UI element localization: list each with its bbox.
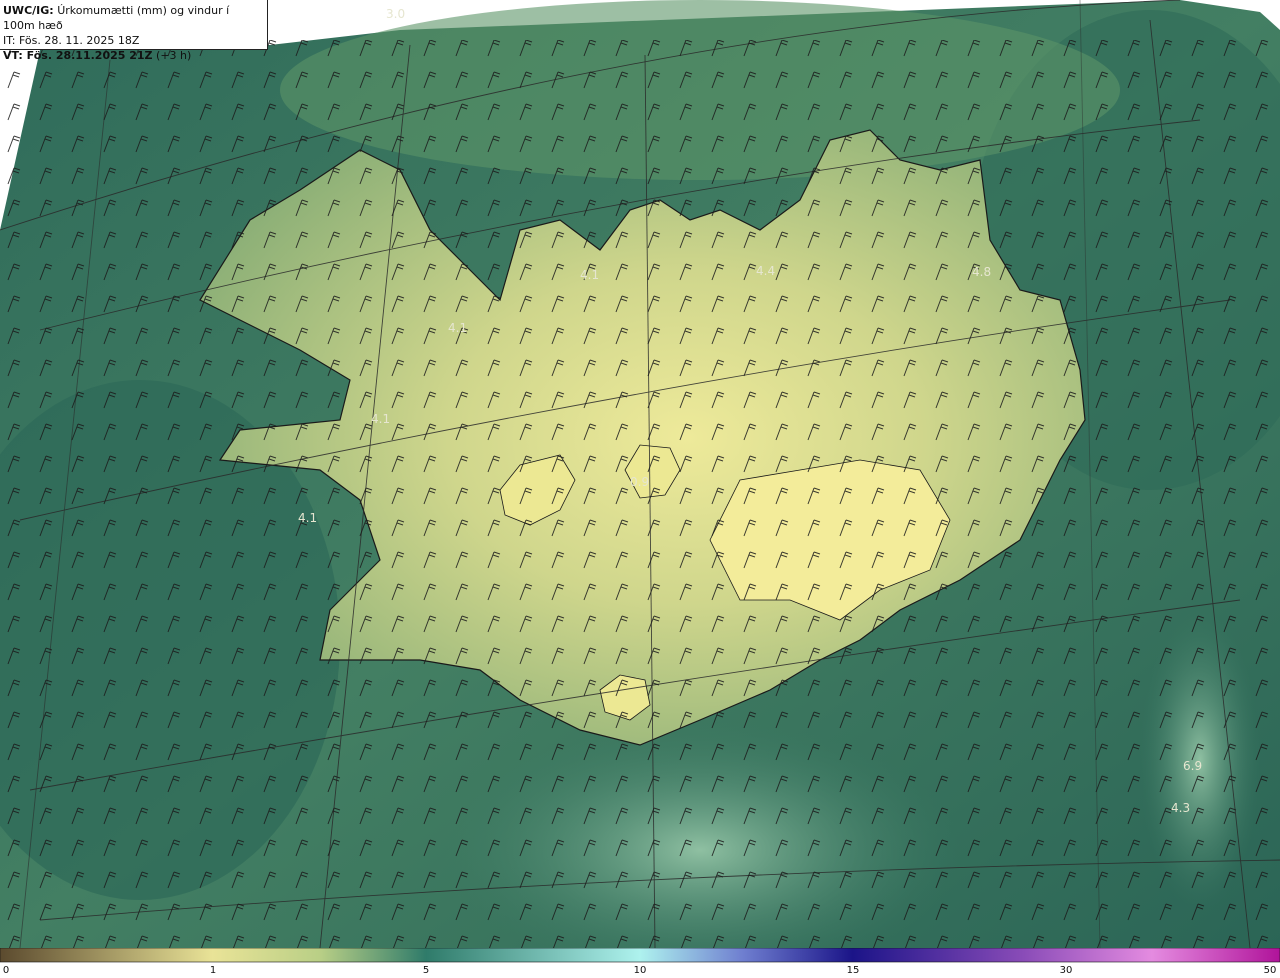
map-label: 3.0 [386, 7, 405, 21]
valid-offset: (+3 h) [156, 49, 192, 62]
colorbar-tick: 10 [633, 965, 647, 976]
map-label: 4.3 [1171, 801, 1190, 815]
valid-line: VT: Fös. 28.11.2025 21Z (+3 h) [3, 48, 264, 63]
weather-map[interactable]: 3.0 4.1 4.4 4.8 4.1 4.1 4.1 0.9 6.9 4.3 [0, 0, 1280, 948]
wind-barbs [0, 40, 1280, 948]
map-label: 4.1 [580, 268, 599, 282]
map-label: 4.4 [756, 264, 775, 278]
colorbar-tick: 0 [2, 965, 10, 976]
map-label: 6.9 [1183, 759, 1202, 773]
colorbar-tick: 15 [846, 965, 860, 976]
map-label: 0.9 [630, 475, 649, 489]
colorbar-gradient [0, 948, 1280, 963]
map-label: 4.8 [972, 265, 991, 279]
colorbar-tick: 5 [422, 965, 430, 976]
info-box: UWC/IG: Úrkomumætti (mm) og vindur í 100… [0, 0, 268, 62]
model-label: UWC/IG: [3, 4, 54, 17]
valid-time: VT: Fös. 28.11.2025 21Z [3, 49, 153, 62]
map-label: 4.1 [371, 412, 390, 426]
map-label: 4.1 [448, 321, 467, 335]
issue-time: IT: Fös. 28. 11. 2025 18Z [3, 34, 140, 47]
map-label: 4.1 [298, 511, 317, 525]
title-line: UWC/IG: Úrkomumætti (mm) og vindur í 100… [3, 3, 264, 33]
colorbar-tick: 30 [1059, 965, 1073, 976]
colorbar-tick: 50 [1263, 965, 1277, 976]
colorbar-tick: 1 [209, 965, 217, 976]
